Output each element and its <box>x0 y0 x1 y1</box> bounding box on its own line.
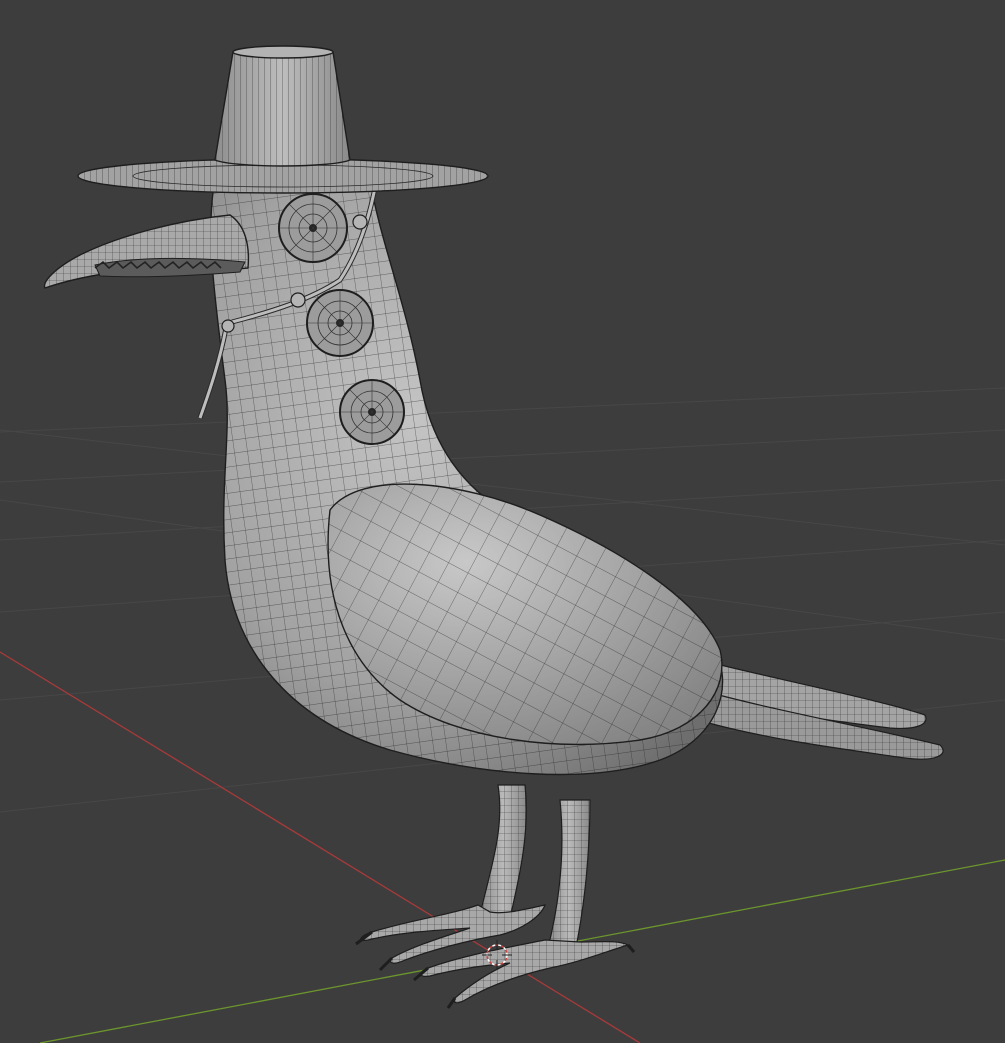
hat-mesh[interactable] <box>77 45 489 194</box>
chain-bead <box>352 214 368 230</box>
coat-button[interactable] <box>306 289 374 357</box>
3d-viewport[interactable] <box>0 0 1005 1043</box>
chain-bead <box>290 292 306 308</box>
viewport-canvas[interactable] <box>0 0 1005 1043</box>
feet-mesh[interactable] <box>355 904 636 1009</box>
eye-disc[interactable] <box>278 193 348 263</box>
tail-mesh[interactable] <box>699 659 944 760</box>
chain-bead <box>221 319 235 333</box>
coat-button[interactable] <box>339 379 405 445</box>
